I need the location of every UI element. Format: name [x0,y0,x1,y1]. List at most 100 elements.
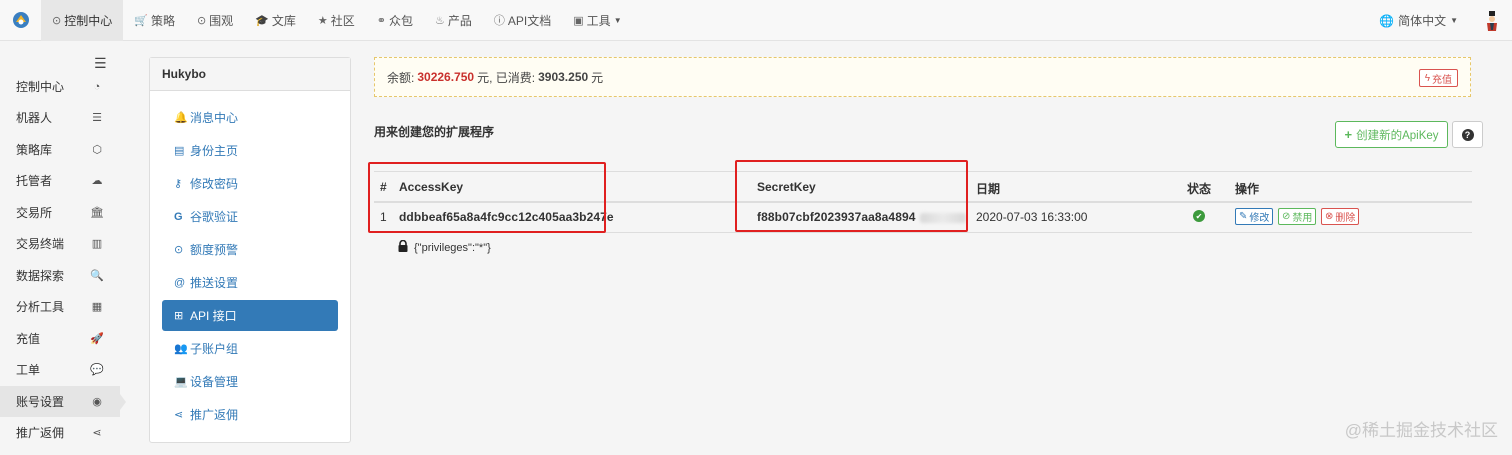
nav-label: 文库 [271,13,296,28]
menu-label: 子账户组 [190,342,239,356]
account-panel: Hukybo 🔔 消息中心 ▤ 身份主页 ⚷ 修改密码 G 谷歌验证 ⊙ 额度预警 @ 推送… [149,57,351,443]
question-icon: ? [1461,128,1474,141]
col-header-date: 日期 [976,182,1001,196]
sidebar-item-label: 充值 [16,332,41,346]
menu-api[interactable]: ⊞ API 接口 [162,300,338,331]
key-icon: ⚷ [174,178,183,190]
menu-label: 身份主页 [190,144,239,158]
sidebar-item-recharge[interactable]: 充值 🚀 [0,323,120,354]
sidebar: ☰ 控制中心 ◔ 机器人 ☰ 策略库 ⬡ 托管者 ☁ 交易所 🏛 交易终端 ▥ 数据探索 🔍 … [0,41,126,455]
recharge-label: 充值 [1432,74,1452,86]
menu-label: 设备管理 [190,375,239,389]
nav-dashboard[interactable]: ⊙ 控制中心 [41,0,124,41]
graduation-cap-icon: 🎓 [255,14,269,27]
nav-strategy[interactable]: 🛒 策略 [123,0,186,41]
nav-products[interactable]: ♨ 产品 [424,0,483,41]
nav-tools[interactable]: ▣ 工具 ▼ [562,0,632,41]
gauge-icon: ◔ [93,80,101,93]
nav-watch[interactable]: ⊙ 围观 [186,0,244,41]
sidebar-item-data-explore[interactable]: 数据探索 🔍 [0,260,120,291]
status-enabled-icon: ✔ [1193,210,1205,222]
sidebar-item-dashboard[interactable]: 控制中心 ◔ [0,71,120,102]
balance-label: 余额: [387,70,415,85]
hamburger-menu-icon[interactable]: ☰ [94,55,107,72]
at-icon: @ [174,276,186,289]
balance-bar: 余额: 30226.750 元 , 已消费: 3903.250 元 ϟ 充值 [374,57,1471,97]
sidebar-item-robots[interactable]: 机器人 ☰ [0,102,120,133]
balance-value: 30226.750 [417,70,475,84]
menu-google-auth[interactable]: G 谷歌验证 [162,201,338,232]
disable-button[interactable]: ⊘ 禁用 [1278,208,1317,225]
menu-sub-accounts[interactable]: 👥 子账户组 [162,333,338,364]
nav-library[interactable]: 🎓 文库 [244,0,307,41]
sitemap-icon: ⊞ [174,310,184,322]
spent-unit: 元 [591,70,604,85]
sidebar-item-analysis[interactable]: 分析工具 ▦ [0,291,120,322]
disable-label: 禁用 [1292,213,1313,224]
fmz-logo-icon[interactable] [0,0,41,41]
sidebar-item-label: 策略库 [16,143,53,157]
menu-profile[interactable]: ▤ 身份主页 [162,135,338,166]
fire-icon: ♨ [435,14,445,27]
nav-api-docs[interactable]: ⓘ API文档 [483,0,562,41]
menu-referral[interactable]: ⋖ 推广返佣 [162,399,338,430]
sidebar-item-hosts[interactable]: 托管者 ☁ [0,165,120,196]
sidebar-item-tickets[interactable]: 工单 💬 [0,354,120,385]
create-apikey-label: 创建新的ApiKey [1356,129,1439,142]
spent-value: 3903.250 [538,70,589,84]
sidebar-item-label: 托管者 [16,174,53,188]
id-card-icon: ▤ [174,145,185,157]
menu-push-settings[interactable]: @ 推送设置 [162,267,338,298]
google-icon: G [174,210,183,223]
privileges-text: {"privileges":"*"} [414,241,491,254]
nav-label: 围观 [209,13,234,28]
calculator-icon: ▦ [91,301,103,313]
sidebar-item-label: 分析工具 [16,300,65,314]
sidebar-item-strategy-lib[interactable]: 策略库 ⬡ [0,134,120,165]
nav-community[interactable]: ★ 社区 [307,0,366,41]
spent-label: , 已消费: [489,70,536,85]
nav-crowdsource[interactable]: ⚭ 众包 [366,0,424,41]
nav-label: 控制中心 [64,13,113,28]
menu-label: 修改密码 [190,177,239,191]
col-header-status: 状态 [1187,182,1212,196]
caret-down-icon: ▼ [1450,16,1458,25]
menu-label: API 接口 [190,309,237,323]
menu-devices[interactable]: 💻 设备管理 [162,366,338,397]
menu-quota-warning[interactable]: ⊙ 额度预警 [162,234,338,265]
create-apikey-button[interactable]: + 创建新的ApiKey [1335,121,1448,148]
briefcase-icon: ▣ [573,14,584,27]
recharge-button[interactable]: ϟ 充值 [1418,69,1458,87]
menu-change-password[interactable]: ⚷ 修改密码 [162,168,338,199]
menu-label: 额度预警 [190,243,239,257]
user-avatar[interactable] [1472,0,1512,41]
comment-icon: 💬 [90,364,104,376]
lock-icon [398,239,408,255]
menu-label: 消息中心 [190,111,239,125]
sidebar-item-terminal[interactable]: 交易终端 ▥ [0,228,120,259]
bell-icon: 🔔 [174,112,188,124]
sidebar-item-exchanges[interactable]: 交易所 🏛 [0,197,120,228]
nav-label: API文档 [507,13,552,28]
language-label: 简体中文 [1398,14,1447,28]
sidebar-item-label: 交易终端 [16,237,65,251]
nav-label: 策略 [150,13,175,28]
bank-icon: 🏛 [90,207,104,219]
help-button[interactable]: ? [1452,121,1483,148]
account-username: Hukybo [150,58,350,91]
cart-icon: 🛒 [134,14,148,27]
bar-chart-icon: ▥ [91,238,103,250]
language-selector[interactable]: 🌐 简体中文 ▼ [1365,12,1472,29]
cloud-icon: ☁ [91,175,103,187]
sidebar-item-account-settings[interactable]: 账号设置 ◉ [0,386,126,417]
edit-icon: ✎ [1239,211,1248,222]
balance-unit: 元 [477,70,490,85]
edit-button[interactable]: ✎ 修改 [1235,208,1274,225]
delete-circle-icon: ⊗ [1325,211,1334,222]
rocket-icon: 🚀 [90,333,104,345]
delete-button[interactable]: ⊗ 删除 [1321,208,1360,225]
menu-messages[interactable]: 🔔 消息中心 [162,102,338,133]
sidebar-item-referral[interactable]: 推广返佣 ⋖ [0,417,120,448]
sidebar-item-label: 推广返佣 [16,426,65,440]
sidebar-item-label: 控制中心 [16,80,65,94]
